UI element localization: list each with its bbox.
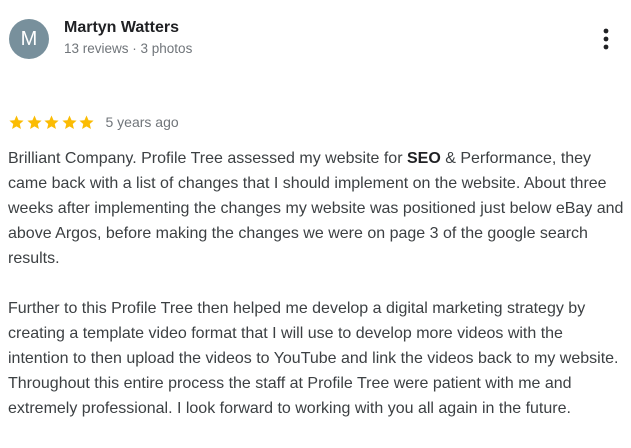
- review-paragraph-1: Brilliant Company. Profile Tree assessed…: [8, 146, 626, 271]
- reviewer-name[interactable]: Martyn Watters: [64, 19, 179, 37]
- review-time: 5 years ago: [105, 114, 179, 130]
- more-vertical-icon: [603, 28, 609, 50]
- more-options-button[interactable]: [596, 26, 616, 52]
- star-icon: [9, 115, 24, 129]
- review-paragraph-2: Further to this Profile Tree then helped…: [8, 300, 619, 417]
- rating-row: 5 years ago: [8, 112, 179, 132]
- star-icon: [79, 115, 94, 129]
- reviewer-meta[interactable]: 13 reviews · 3 photos: [64, 41, 192, 56]
- star-rating: [8, 114, 96, 131]
- review-p1-end: & Performance, they came back with a lis…: [8, 150, 624, 267]
- star-icon: [26, 115, 42, 129]
- review-text: Brilliant Company. Profile Tree assessed…: [8, 146, 626, 421]
- avatar[interactable]: M: [9, 19, 49, 59]
- star-icon: [61, 115, 77, 129]
- avatar-initial: M: [20, 27, 38, 50]
- review-p1-start: Brilliant Company. Profile Tree assessed…: [8, 150, 407, 167]
- star-icon: [44, 115, 59, 129]
- review-p1-bold: SEO: [406, 150, 441, 167]
